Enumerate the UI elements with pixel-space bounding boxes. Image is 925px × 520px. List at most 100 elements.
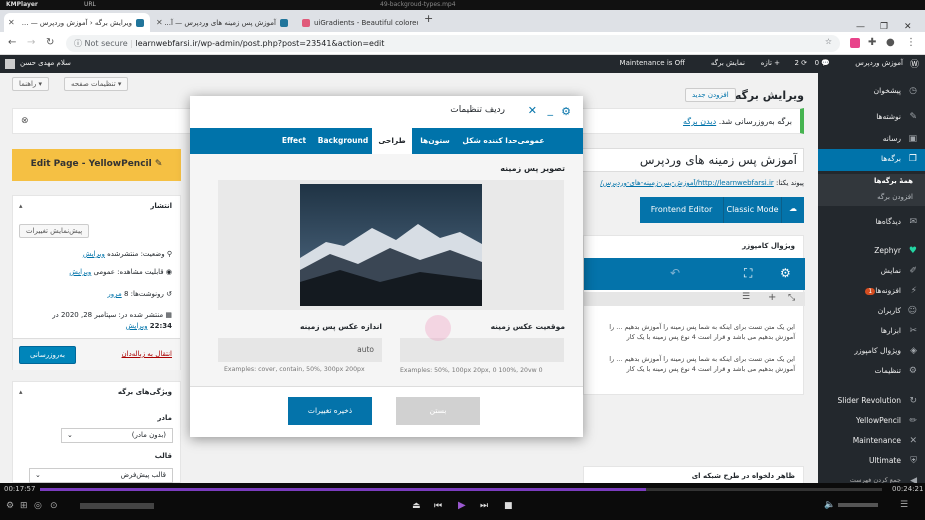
save-changes-button[interactable]: ذخیره تغییرات: [288, 397, 372, 425]
dismiss-icon[interactable]: ⊗: [21, 116, 29, 126]
play-icon[interactable]: ▶: [458, 500, 466, 511]
visibility-edit-link[interactable]: ویرایش: [69, 268, 91, 276]
submenu-add-page[interactable]: افزودن برگه: [818, 190, 925, 206]
menu-posts[interactable]: ✎ نوشته‌ها: [818, 107, 925, 129]
expand-icon[interactable]: ⤡: [788, 293, 795, 303]
back-icon[interactable]: ←: [8, 37, 16, 48]
add-new-button[interactable]: افزودن جدید: [685, 88, 736, 102]
menu-dashboard[interactable]: ◷ پیشخوان: [818, 81, 925, 103]
new-tab-icon[interactable]: +: [424, 12, 433, 25]
capture-icon[interactable]: ◎: [34, 501, 42, 511]
menu-ultimate[interactable]: ⛨ Ultimate: [818, 451, 925, 473]
browser-menu-icon[interactable]: ⋮: [906, 37, 916, 48]
volume-slider[interactable]: [838, 503, 878, 507]
admin-bar-site-name[interactable]: آموزش وردپرس: [855, 59, 903, 67]
admin-bar-maintenance[interactable]: Maintenance is Off: [620, 59, 685, 67]
volume-icon[interactable]: 🔈: [824, 500, 835, 510]
tab-shape-divider[interactable]: حدا کننده شکل: [455, 128, 525, 154]
forward-icon[interactable]: →: [27, 37, 35, 48]
status-edit-link[interactable]: ویرایش: [83, 250, 105, 258]
classic-mode-button[interactable]: Classic Mode: [724, 197, 782, 223]
menu-media[interactable]: ▣ رسانه: [818, 129, 925, 151]
eject-icon[interactable]: ⏏: [412, 501, 421, 511]
close-icon[interactable]: ✕: [156, 18, 163, 27]
menu-visual-composer[interactable]: ◈ ویژوال کامپوزر: [818, 341, 925, 363]
permalink-link[interactable]: http://learnwebfarsi.ir/آموزش-پس-زمینه-ه…: [600, 179, 774, 187]
kmplayer-url-label[interactable]: URL: [84, 1, 96, 8]
reload-icon[interactable]: ↻: [46, 37, 54, 48]
revisions-browse-link[interactable]: مرور: [107, 290, 121, 298]
admin-bar-updates[interactable]: ⟳ 2: [794, 59, 807, 67]
wordpress-logo-icon[interactable]: Ⓦ: [910, 57, 919, 70]
address-bar[interactable]: ⓘ Not secure | learnwebfarsi.ir/wp-admin…: [66, 35, 840, 52]
gear-icon[interactable]: ⚙: [780, 266, 791, 280]
composer-text-block-1[interactable]: این یک متن تست برای اینکه به شما پس زمین…: [595, 322, 795, 342]
extension-icon[interactable]: [850, 38, 860, 48]
menu-tools[interactable]: ✂ ابزارها: [818, 321, 925, 343]
fullscreen-icon[interactable]: ⛶: [744, 266, 752, 281]
tab-design[interactable]: طراحی: [372, 128, 412, 154]
minimize-icon[interactable]: —: [856, 22, 865, 32]
vr-icon[interactable]: ⊙: [50, 501, 58, 511]
tab-uigradients[interactable]: uiGradients - Beautiful colored ...: [296, 13, 418, 32]
view-page-link[interactable]: دیدن برگه: [683, 117, 716, 126]
playlist-icon[interactable]: ☰: [900, 500, 908, 510]
menu-users[interactable]: ☺ کاربران: [818, 301, 925, 323]
previous-icon[interactable]: ⏮: [434, 501, 442, 511]
tab-columns[interactable]: ستون‌ها: [412, 128, 458, 154]
bg-image-preview[interactable]: [218, 180, 564, 310]
next-icon[interactable]: ⏭: [480, 501, 488, 511]
menu-comments[interactable]: ✉ دیدگاه‌ها: [818, 212, 925, 234]
close-window-icon[interactable]: ✕: [904, 22, 912, 32]
undo-icon[interactable]: ↶: [670, 266, 680, 280]
seek-bar[interactable]: [40, 488, 882, 491]
grid-appearance-box[interactable]: ظاهر دلخواه در طرح شبکه ای: [583, 466, 804, 483]
published-edit-link[interactable]: ویرایش: [125, 322, 147, 330]
bg-size-input[interactable]: auto: [218, 338, 382, 362]
tab-effect[interactable]: Effect: [274, 128, 314, 154]
3d-icon[interactable]: ⊞: [20, 501, 28, 511]
close-icon[interactable]: ✕: [528, 104, 537, 117]
maximize-icon[interactable]: ❐: [880, 22, 888, 32]
admin-bar-comments[interactable]: 💬 0: [815, 59, 830, 67]
bookmark-star-icon[interactable]: ☆: [825, 37, 832, 46]
composer-text-block-2[interactable]: این یک متن تست برای اینکه به شما پس زمین…: [595, 354, 795, 374]
yellowpencil-edit-button[interactable]: Edit Page - YellowPencil ✎: [12, 149, 181, 181]
post-title-input[interactable]: آموزش پس زمینه های وردپرس: [580, 148, 804, 172]
admin-bar-greeting[interactable]: سلام مهدی حسن: [20, 59, 71, 67]
settings-icon[interactable]: ⚙: [6, 501, 14, 511]
parent-select[interactable]: (بدون مادر) ⌄: [61, 428, 173, 443]
close-icon[interactable]: ✕: [8, 18, 15, 27]
tab-background[interactable]: Background: [314, 128, 372, 154]
update-button[interactable]: به‌روزرسانی: [19, 346, 77, 364]
menu-appearance[interactable]: ✐ نمایش: [818, 261, 925, 283]
trash-link[interactable]: انتقال به زباله‌دان: [122, 350, 172, 358]
menu-slider-revolution[interactable]: ↻ Slider Revolution: [818, 391, 925, 413]
screen-options-button[interactable]: تنظیمات صفحه ▾: [64, 77, 129, 91]
toggle-arrow-icon[interactable]: ▴: [19, 388, 23, 396]
add-icon[interactable]: +: [768, 292, 776, 303]
tab-edit-page[interactable]: ویرایش برگه ‹ آموزش وردپرس — ... ✕: [4, 13, 150, 32]
template-select[interactable]: قالب پیش‌فرض ⌄: [29, 468, 173, 483]
help-button[interactable]: راهنما ▾: [12, 77, 50, 91]
admin-bar-new[interactable]: + تازه: [761, 59, 780, 67]
submenu-all-pages[interactable]: همهٔ برگه‌ها: [818, 174, 925, 190]
menu-maintenance[interactable]: ✕ Maintenance: [818, 431, 925, 453]
profile-avatar-icon[interactable]: ●: [886, 37, 895, 48]
preview-changes-button[interactable]: پیش‌نمایش تغییرات: [19, 224, 90, 238]
tab-background-tutorial[interactable]: آموزش پس زمینه های وردپرس — آ... ✕: [152, 13, 294, 32]
menu-settings[interactable]: ⚙ تنظیمات: [818, 361, 925, 383]
extensions-puzzle-icon[interactable]: ✚: [868, 37, 876, 48]
toggle-arrow-icon[interactable]: ▴: [19, 202, 23, 210]
row-layout-icon[interactable]: ☰: [742, 292, 750, 302]
admin-bar-view-page[interactable]: نمایش برگه: [711, 59, 745, 67]
avatar[interactable]: [5, 59, 15, 69]
menu-pages[interactable]: ❐ برگه‌ها: [818, 149, 925, 171]
minimize-icon[interactable]: _: [548, 103, 554, 116]
bg-position-input[interactable]: [400, 338, 564, 362]
frontend-editor-button[interactable]: Frontend Editor: [640, 197, 724, 223]
menu-yellowpencil[interactable]: ✏ YellowPencil: [818, 411, 925, 433]
menu-plugins[interactable]: ⚡ افزونه‌ها1: [818, 281, 925, 303]
menu-zephyr[interactable]: ♥ Zephyr: [818, 241, 925, 263]
stop-icon[interactable]: ■: [504, 501, 513, 511]
